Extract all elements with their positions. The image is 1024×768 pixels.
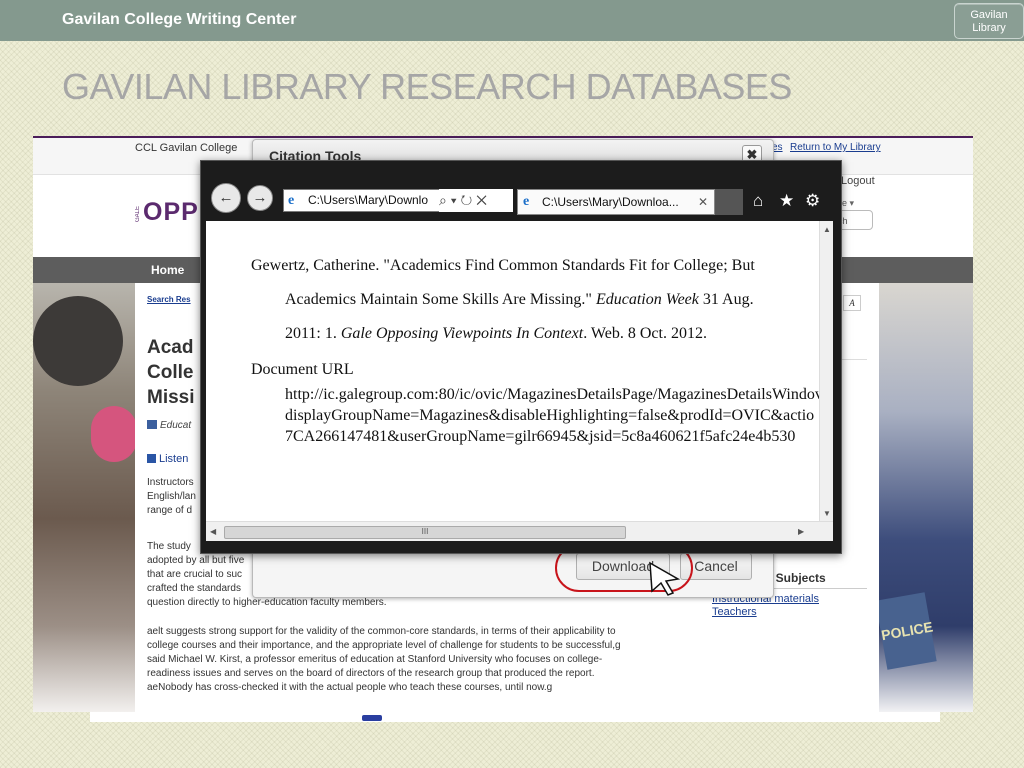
scroll-right-icon[interactable]: ▶ — [798, 527, 804, 536]
gas-mask-shape — [91, 406, 137, 462]
citation-line-2: Academics Maintain Some Skills Are Missi… — [251, 283, 771, 317]
vertical-scrollbar[interactable]: ▲ ▼ — [819, 221, 833, 521]
related-link-teachers[interactable]: Teachers — [712, 606, 757, 618]
paragraph-line: readiness issues and serves on the board… — [147, 668, 595, 679]
paragraph-line: aeNobody has cross-checked it with the a… — [147, 682, 553, 693]
document-url-label: Document URL — [251, 361, 354, 378]
mla-citation: Gewertz, Catherine. "Academics Find Comm… — [251, 249, 771, 351]
document-url: http://ic.galegroup.com:80/ic/ovic/Magaz… — [285, 384, 823, 447]
horizontal-scroll-thumb[interactable]: III — [224, 526, 626, 539]
citation-publication: Education Week — [595, 291, 699, 308]
browser-window: ← → e C:\Users\Mary\Downlo ⌕ ▾ ↻ ✕ e C:\… — [200, 160, 842, 554]
horizontal-scrollbar[interactable]: ◀ III ▶ — [206, 521, 833, 541]
favorites-icon[interactable]: ★ — [779, 191, 794, 211]
url-line: displayGroupName=Magazines&disableHighli… — [285, 407, 815, 424]
speaker-icon — [147, 454, 156, 463]
logout-link[interactable]: Logout — [841, 175, 875, 187]
library-button-line-1: Gavilan — [970, 9, 1008, 21]
source-text: Educat — [160, 420, 192, 431]
source-line: Educat — [147, 420, 191, 431]
related-subjects-heading: d Subjects — [765, 571, 826, 585]
citation-line-3: 2011: 1. Gale Opposing Viewpoints In Con… — [251, 317, 771, 351]
gavilan-library-button[interactable]: Gavilan Library — [954, 3, 1024, 39]
citation-page: Gewertz, Catherine. "Academics Find Comm… — [206, 221, 833, 541]
browser-tab[interactable]: e C:\Users\Mary\Downloa... ✕ — [517, 189, 715, 215]
scroll-down-icon[interactable]: ▼ — [823, 509, 831, 518]
paragraph-line: question directly to higher-education fa… — [147, 597, 387, 608]
citation-database: Gale Opposing Viewpoints In Context — [340, 325, 584, 342]
citation-text: 2011: 1. — [285, 325, 341, 342]
scroll-up-icon[interactable]: ▲ — [823, 225, 831, 234]
settings-gear-icon[interactable]: ⚙ — [805, 191, 820, 211]
nav-home-tab[interactable]: Home — [135, 257, 200, 283]
return-to-library-link[interactable]: Return to My Library — [790, 142, 881, 153]
text-size-button[interactable]: A — [843, 295, 861, 311]
tab-close-icon[interactable]: ✕ — [698, 190, 708, 214]
tab-label: C:\Users\Mary\Downloa... — [542, 195, 679, 209]
library-button-line-2: Library — [972, 22, 1006, 34]
article-title-line: Acad — [147, 337, 194, 358]
address-controls[interactable]: ⌕ ▾ ↻ ✕ — [439, 189, 513, 212]
scroll-left-icon[interactable]: ◀ — [210, 527, 216, 536]
citation-text: Academics Maintain Some Skills Are Missi… — [285, 291, 596, 308]
paragraph-line: college courses and their importance, an… — [147, 640, 621, 651]
magazine-icon — [147, 420, 157, 429]
article-title: Acad Colle Missi — [147, 335, 195, 410]
paragraph-line: said Michael W. Kirst, a professor emeri… — [147, 654, 603, 665]
home-icon[interactable]: ⌂ — [753, 191, 763, 211]
address-text: C:\Users\Mary\Downlo — [308, 193, 429, 207]
citation-text: 31 Aug. — [698, 291, 754, 308]
citation-line-1: Gewertz, Catherine. "Academics Find Comm… — [251, 257, 755, 274]
ie-icon: e — [288, 193, 295, 208]
url-line: 7CA266147481&userGroupName=gilr66945&jsi… — [285, 428, 796, 445]
article-paragraph-3: aelt suggests strong support for the val… — [147, 625, 707, 695]
listen-button[interactable]: Listen — [147, 453, 188, 465]
ie-tab-icon: e — [523, 194, 530, 209]
article-title-line: Missi — [147, 387, 195, 408]
new-tab-button[interactable] — [715, 189, 743, 215]
url-line: http://ic.galegroup.com:80/ic/ovic/Magaz… — [285, 386, 823, 403]
back-button[interactable]: ← — [211, 183, 241, 213]
slide-scroll-thumb — [362, 715, 382, 721]
slide-bottom-strip — [90, 712, 940, 722]
citation-text: . Web. 8 Oct. 2012. — [583, 325, 707, 342]
opposing-viewpoints-logo: OPP — [135, 198, 199, 227]
paragraph-line: aelt suggests strong support for the val… — [147, 626, 616, 637]
slide-title: GAVILAN LIBRARY RESEARCH DATABASES — [62, 66, 792, 107]
article-title-line: Colle — [147, 362, 194, 383]
mouse-pointer-icon — [649, 561, 681, 596]
forward-button[interactable]: → — [247, 185, 273, 211]
ccl-label: CCL Gavilan College — [135, 142, 238, 154]
goggles-shape — [33, 296, 123, 386]
breadcrumb[interactable]: Search Res — [147, 295, 191, 304]
logo-text: OPP — [143, 198, 199, 226]
slide-header-title: Gavilan College Writing Center — [62, 11, 297, 28]
slide-header-bar: Gavilan College Writing Center — [0, 0, 1024, 41]
listen-label: Listen — [159, 453, 189, 465]
